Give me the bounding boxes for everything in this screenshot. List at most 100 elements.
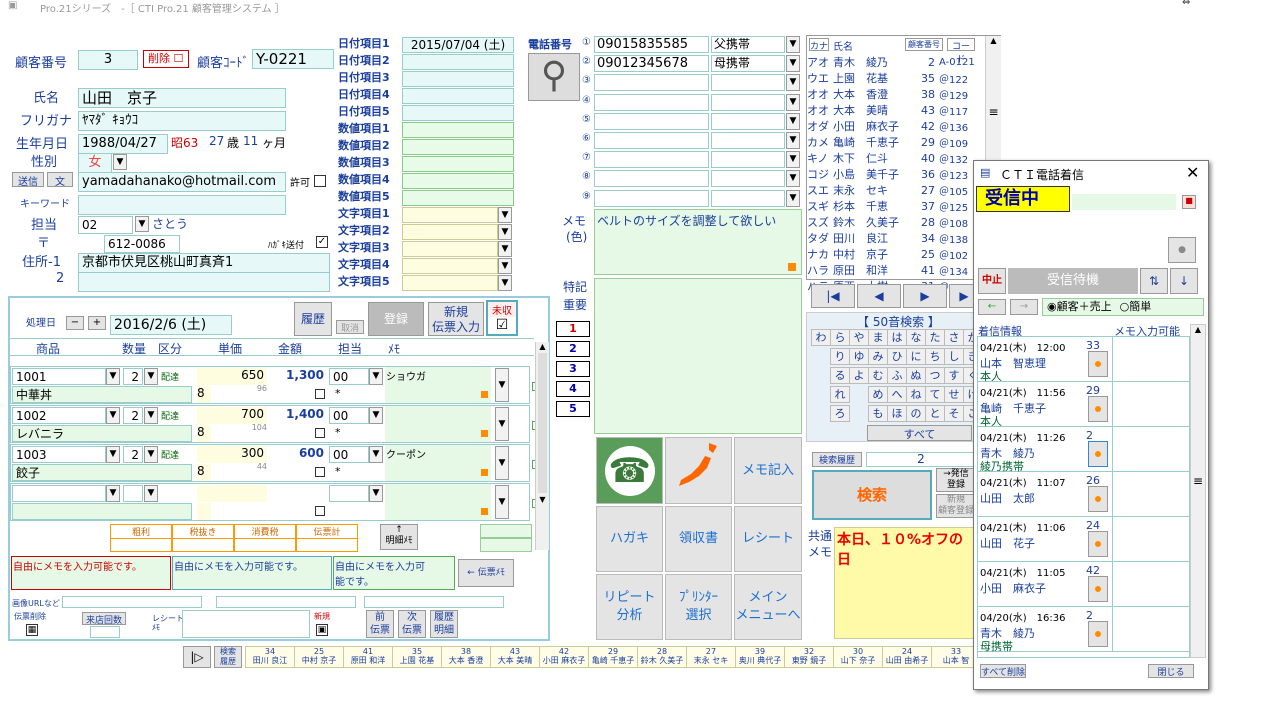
customer-row[interactable]: ウエ 上園 花基 35 ＠122 xyxy=(807,70,985,86)
staff-dropdown[interactable]: ▼ xyxy=(369,407,383,424)
radio-customer-sales-icon[interactable]: ◉ xyxy=(1047,300,1057,313)
phone-field-7[interactable] xyxy=(594,151,709,169)
text-field-2[interactable] xyxy=(402,224,498,240)
row-memo-dropdown[interactable]: ▼ xyxy=(495,368,509,402)
slip-memo-button[interactable]: ← 伝票ﾒﾓ xyxy=(458,559,514,587)
text-button[interactable]: 文 xyxy=(47,172,73,188)
phone-relation-dropdown-7[interactable]: ▼ xyxy=(786,151,800,169)
product-code[interactable]: 1003 xyxy=(12,446,106,463)
cti-left-button[interactable]: ← xyxy=(978,299,1006,315)
product-dropdown[interactable]: ▼ xyxy=(106,368,120,385)
customer-no-field[interactable]: 3 xyxy=(78,50,138,70)
cti-call-item[interactable]: 04/21(木) 12:00 33 山本 智恵理 本人 xyxy=(978,337,1189,383)
tax-rate[interactable]: 8 xyxy=(197,464,211,481)
postcard-checkbox[interactable]: ✓ xyxy=(316,236,328,248)
customer-row[interactable]: キノ 木下 仁斗 40 ＠132 xyxy=(807,150,985,166)
kana-key[interactable]: ね xyxy=(906,386,926,403)
row-memo-dropdown[interactable]: ▼ xyxy=(495,446,509,480)
kana-key[interactable]: わ xyxy=(811,329,831,346)
cti-color-button[interactable]: ■ xyxy=(1182,195,1196,209)
cti-call-open-button[interactable] xyxy=(1088,531,1108,557)
kana-key[interactable]: さ xyxy=(944,329,964,346)
prev-record-button[interactable]: ◀ xyxy=(857,284,901,308)
customer-row[interactable]: アオ 青木 綾乃 2 A-0121 xyxy=(807,54,985,70)
history-strip-item[interactable]: 27 末永 セキ xyxy=(687,647,736,667)
date-field[interactable]: 2016/2/6 (土) xyxy=(110,315,232,335)
gender-dropdown[interactable]: ▼ xyxy=(113,154,127,170)
cti-call-item[interactable]: 04/21(木) 11:05 42 小田 麻衣子 xyxy=(978,562,1189,607)
amount-field[interactable] xyxy=(269,485,327,502)
kana-key[interactable]: ろ xyxy=(830,405,850,422)
cti-call-item[interactable]: 04/21(木) 11:07 26 山田 太郎 xyxy=(978,472,1189,517)
qty-dropdown[interactable]: ▼ xyxy=(144,485,158,502)
main-menu-button[interactable]: メイン メニューへ xyxy=(734,574,802,640)
kana-key[interactable]: は xyxy=(887,329,907,346)
addr1-field[interactable]: 京都市伏見区桃山町真斉1 xyxy=(78,253,330,273)
delete-checkbox[interactable]: 削除 ☐ xyxy=(143,50,189,68)
customer-code-field[interactable]: Y-0221 xyxy=(252,49,334,69)
history-strip-item[interactable]: 35 上園 花基 xyxy=(393,647,442,667)
cti-stop-button[interactable]: 中止 xyxy=(978,268,1006,294)
date-minus-button[interactable]: − xyxy=(66,316,84,330)
text-field-dropdown-4[interactable]: ▼ xyxy=(498,258,512,274)
text-field-dropdown-3[interactable]: ▼ xyxy=(498,241,512,257)
kana-key[interactable]: の xyxy=(906,405,926,422)
receipt-memo-field[interactable] xyxy=(182,610,310,638)
email-field[interactable]: yamadahanako@hotmail.com xyxy=(78,172,286,192)
cti-scrollbar[interactable]: ▲ ≡ xyxy=(1190,324,1206,658)
phone-field-2[interactable]: 09012345678 xyxy=(594,55,709,73)
page-number-4[interactable]: 4 xyxy=(556,381,590,397)
col-code-header[interactable]: コード xyxy=(947,38,975,65)
customer-row[interactable]: オダ 小田 麻衣子 42 ＠136 xyxy=(807,118,985,134)
phone-relation-dropdown-8[interactable]: ▼ xyxy=(786,170,800,188)
history-strip-item[interactable]: 30 山下 奈子 xyxy=(834,647,883,667)
num-field-5[interactable] xyxy=(402,190,514,206)
memo-box-1[interactable]: 自由にメモを入力可能です。 xyxy=(11,556,171,590)
bottom-history-button[interactable]: 検索 履歴 xyxy=(214,646,242,668)
staff-field[interactable]: 00 xyxy=(329,407,369,424)
staff-code-field[interactable]: 02 xyxy=(78,216,133,234)
history-strip-item[interactable]: 42 小田 麻衣子 xyxy=(540,647,589,667)
product-dropdown[interactable]: ▼ xyxy=(106,407,120,424)
common-memo-field[interactable]: 本日、１０%オフの日 xyxy=(834,527,974,639)
qty-field[interactable] xyxy=(123,485,143,502)
postcard-button[interactable]: ハガキ xyxy=(596,506,663,572)
register-button[interactable]: 登録 xyxy=(368,302,424,336)
cti-call-open-button[interactable] xyxy=(1088,396,1108,422)
product-dropdown[interactable]: ▼ xyxy=(106,446,120,463)
col-kana-header[interactable]: カナ xyxy=(809,38,829,52)
col-no-header[interactable]: 顧客番号 xyxy=(905,38,943,51)
magnifier-search-icon[interactable]: ⚲ xyxy=(528,53,580,101)
sales-row[interactable]: ▼ ▼ ▼ ▼ xyxy=(10,483,530,521)
kana-key[interactable]: よ xyxy=(849,367,869,384)
phone-relation-4[interactable] xyxy=(711,93,785,111)
history-button[interactable]: 履歴 xyxy=(294,302,332,336)
page-number-1[interactable]: 1 xyxy=(556,321,590,337)
phone-relation-2[interactable]: 母携帯 xyxy=(711,55,785,73)
sales-row[interactable]: 1001 ▼ 2 ▼ 配達 650 1,300 00 ▼ ショウガ ▼ 中華丼 … xyxy=(10,366,530,404)
visits-button[interactable]: 来店回数 xyxy=(82,612,126,626)
keyword-field[interactable] xyxy=(78,195,286,215)
staff-field[interactable]: 00 xyxy=(329,446,369,463)
cti-call-open-button[interactable] xyxy=(1088,621,1108,647)
register-receipt-button[interactable]: レシート xyxy=(734,506,802,572)
history-strip-item[interactable]: 29 亀崎 千恵子 xyxy=(589,647,638,667)
tax-rate[interactable]: 8 xyxy=(197,386,211,403)
kana-field[interactable]: ﾔﾏﾀﾞ ｷｮｳｺ xyxy=(78,111,286,131)
amount-field[interactable]: 1,300 xyxy=(269,368,327,385)
special-memo-field[interactable] xyxy=(594,278,802,434)
play-icon[interactable]: |▷ xyxy=(183,646,211,668)
radio-simple-icon[interactable]: ○ xyxy=(1120,300,1130,313)
zip-field[interactable]: 612-0086 xyxy=(104,235,180,253)
printer-select-button[interactable]: ﾌﾟﾘﾝﾀｰ 選択 xyxy=(665,574,732,640)
name-field[interactable]: 山田 京子 xyxy=(78,88,286,108)
phone-relation-1[interactable]: 父携帯 xyxy=(711,36,785,53)
page-number-5[interactable]: 5 xyxy=(556,401,590,417)
cti-call-open-button[interactable] xyxy=(1088,441,1108,467)
kana-key[interactable]: み xyxy=(868,348,888,365)
text-field-3[interactable] xyxy=(402,241,498,257)
history-detail-button[interactable]: 履歴 明細 xyxy=(430,610,458,638)
kana-key[interactable]: ぬ xyxy=(906,367,926,384)
history-strip-item[interactable]: 43 大本 美晴 xyxy=(491,647,540,667)
qty-field[interactable]: 2 xyxy=(123,446,143,463)
